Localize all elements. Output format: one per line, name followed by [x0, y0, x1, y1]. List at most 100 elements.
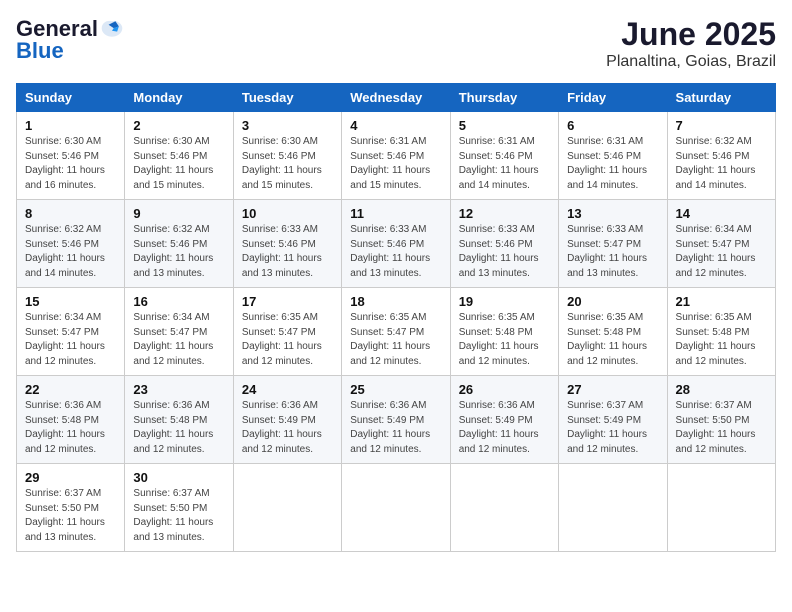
day-number: 5: [459, 118, 550, 133]
day-number: 4: [350, 118, 441, 133]
day-info: Sunrise: 6:33 AMSunset: 5:46 PMDaylight:…: [459, 223, 550, 281]
day-number: 10: [242, 206, 333, 221]
day-info: Sunrise: 6:32 AMSunset: 5:46 PMDaylight:…: [25, 223, 116, 281]
day-info: Sunrise: 6:35 AMSunset: 5:48 PMDaylight:…: [567, 311, 658, 369]
day-info: Sunrise: 6:35 AMSunset: 5:48 PMDaylight:…: [676, 311, 767, 369]
day-info: Sunrise: 6:31 AMSunset: 5:46 PMDaylight:…: [459, 135, 550, 193]
day-number: 6: [567, 118, 658, 133]
calendar-week-1: 1 Sunrise: 6:30 AMSunset: 5:46 PMDayligh…: [17, 112, 776, 200]
day-info: Sunrise: 6:30 AMSunset: 5:46 PMDaylight:…: [242, 135, 333, 193]
day-info: Sunrise: 6:32 AMSunset: 5:46 PMDaylight:…: [676, 135, 767, 193]
table-row: 29 Sunrise: 6:37 AMSunset: 5:50 PMDaylig…: [17, 464, 125, 552]
table-row: 1 Sunrise: 6:30 AMSunset: 5:46 PMDayligh…: [17, 112, 125, 200]
table-row: 4 Sunrise: 6:31 AMSunset: 5:46 PMDayligh…: [342, 112, 450, 200]
header-sunday: Sunday: [17, 84, 125, 112]
day-number: 30: [133, 470, 224, 485]
day-number: 11: [350, 206, 441, 221]
header-wednesday: Wednesday: [342, 84, 450, 112]
day-info: Sunrise: 6:32 AMSunset: 5:46 PMDaylight:…: [133, 223, 224, 281]
day-info: Sunrise: 6:34 AMSunset: 5:47 PMDaylight:…: [676, 223, 767, 281]
day-number: 20: [567, 294, 658, 309]
day-number: 7: [676, 118, 767, 133]
day-info: Sunrise: 6:36 AMSunset: 5:48 PMDaylight:…: [25, 399, 116, 457]
header-saturday: Saturday: [667, 84, 775, 112]
day-number: 1: [25, 118, 116, 133]
table-row: 21 Sunrise: 6:35 AMSunset: 5:48 PMDaylig…: [667, 288, 775, 376]
day-number: 9: [133, 206, 224, 221]
day-number: 14: [676, 206, 767, 221]
day-number: 18: [350, 294, 441, 309]
header-tuesday: Tuesday: [233, 84, 341, 112]
table-row: 27 Sunrise: 6:37 AMSunset: 5:49 PMDaylig…: [559, 376, 667, 464]
day-number: 29: [25, 470, 116, 485]
day-info: Sunrise: 6:33 AMSunset: 5:46 PMDaylight:…: [350, 223, 441, 281]
day-info: Sunrise: 6:35 AMSunset: 5:48 PMDaylight:…: [459, 311, 550, 369]
table-row: 22 Sunrise: 6:36 AMSunset: 5:48 PMDaylig…: [17, 376, 125, 464]
day-number: 27: [567, 382, 658, 397]
calendar-header-row: Sunday Monday Tuesday Wednesday Thursday…: [17, 84, 776, 112]
calendar-week-4: 22 Sunrise: 6:36 AMSunset: 5:48 PMDaylig…: [17, 376, 776, 464]
day-info: Sunrise: 6:37 AMSunset: 5:49 PMDaylight:…: [567, 399, 658, 457]
table-row: 10 Sunrise: 6:33 AMSunset: 5:46 PMDaylig…: [233, 200, 341, 288]
day-info: Sunrise: 6:37 AMSunset: 5:50 PMDaylight:…: [25, 487, 116, 545]
day-info: Sunrise: 6:31 AMSunset: 5:46 PMDaylight:…: [350, 135, 441, 193]
table-row: 17 Sunrise: 6:35 AMSunset: 5:47 PMDaylig…: [233, 288, 341, 376]
header-friday: Friday: [559, 84, 667, 112]
table-row: [559, 464, 667, 552]
day-number: 17: [242, 294, 333, 309]
day-info: Sunrise: 6:37 AMSunset: 5:50 PMDaylight:…: [133, 487, 224, 545]
table-row: 8 Sunrise: 6:32 AMSunset: 5:46 PMDayligh…: [17, 200, 125, 288]
table-row: 26 Sunrise: 6:36 AMSunset: 5:49 PMDaylig…: [450, 376, 558, 464]
day-number: 16: [133, 294, 224, 309]
table-row: 15 Sunrise: 6:34 AMSunset: 5:47 PMDaylig…: [17, 288, 125, 376]
table-row: 7 Sunrise: 6:32 AMSunset: 5:46 PMDayligh…: [667, 112, 775, 200]
day-number: 28: [676, 382, 767, 397]
table-row: 20 Sunrise: 6:35 AMSunset: 5:48 PMDaylig…: [559, 288, 667, 376]
day-info: Sunrise: 6:31 AMSunset: 5:46 PMDaylight:…: [567, 135, 658, 193]
day-info: Sunrise: 6:35 AMSunset: 5:47 PMDaylight:…: [242, 311, 333, 369]
day-info: Sunrise: 6:30 AMSunset: 5:46 PMDaylight:…: [25, 135, 116, 193]
header-thursday: Thursday: [450, 84, 558, 112]
day-number: 8: [25, 206, 116, 221]
table-row: 28 Sunrise: 6:37 AMSunset: 5:50 PMDaylig…: [667, 376, 775, 464]
logo-bird-icon: [100, 19, 124, 39]
page-header: General Blue June 2025 Planaltina, Goias…: [16, 16, 776, 71]
day-number: 26: [459, 382, 550, 397]
table-row: 9 Sunrise: 6:32 AMSunset: 5:46 PMDayligh…: [125, 200, 233, 288]
table-row: [342, 464, 450, 552]
table-row: 3 Sunrise: 6:30 AMSunset: 5:46 PMDayligh…: [233, 112, 341, 200]
table-row: 6 Sunrise: 6:31 AMSunset: 5:46 PMDayligh…: [559, 112, 667, 200]
calendar-week-3: 15 Sunrise: 6:34 AMSunset: 5:47 PMDaylig…: [17, 288, 776, 376]
day-number: 24: [242, 382, 333, 397]
day-info: Sunrise: 6:34 AMSunset: 5:47 PMDaylight:…: [133, 311, 224, 369]
day-info: Sunrise: 6:36 AMSunset: 5:49 PMDaylight:…: [350, 399, 441, 457]
page-title: June 2025: [606, 16, 776, 53]
title-block: June 2025 Planaltina, Goias, Brazil: [606, 16, 776, 71]
table-row: [233, 464, 341, 552]
header-monday: Monday: [125, 84, 233, 112]
calendar-table: Sunday Monday Tuesday Wednesday Thursday…: [16, 83, 776, 552]
table-row: 25 Sunrise: 6:36 AMSunset: 5:49 PMDaylig…: [342, 376, 450, 464]
day-info: Sunrise: 6:36 AMSunset: 5:48 PMDaylight:…: [133, 399, 224, 457]
table-row: [450, 464, 558, 552]
table-row: [667, 464, 775, 552]
day-number: 25: [350, 382, 441, 397]
calendar-week-2: 8 Sunrise: 6:32 AMSunset: 5:46 PMDayligh…: [17, 200, 776, 288]
table-row: 19 Sunrise: 6:35 AMSunset: 5:48 PMDaylig…: [450, 288, 558, 376]
day-number: 23: [133, 382, 224, 397]
day-info: Sunrise: 6:33 AMSunset: 5:46 PMDaylight:…: [242, 223, 333, 281]
day-number: 2: [133, 118, 224, 133]
day-number: 12: [459, 206, 550, 221]
page-subtitle: Planaltina, Goias, Brazil: [606, 53, 776, 71]
day-number: 22: [25, 382, 116, 397]
day-info: Sunrise: 6:37 AMSunset: 5:50 PMDaylight:…: [676, 399, 767, 457]
day-number: 13: [567, 206, 658, 221]
table-row: 12 Sunrise: 6:33 AMSunset: 5:46 PMDaylig…: [450, 200, 558, 288]
day-number: 3: [242, 118, 333, 133]
table-row: 18 Sunrise: 6:35 AMSunset: 5:47 PMDaylig…: [342, 288, 450, 376]
table-row: 5 Sunrise: 6:31 AMSunset: 5:46 PMDayligh…: [450, 112, 558, 200]
calendar-week-5: 29 Sunrise: 6:37 AMSunset: 5:50 PMDaylig…: [17, 464, 776, 552]
day-info: Sunrise: 6:36 AMSunset: 5:49 PMDaylight:…: [459, 399, 550, 457]
table-row: 16 Sunrise: 6:34 AMSunset: 5:47 PMDaylig…: [125, 288, 233, 376]
day-info: Sunrise: 6:33 AMSunset: 5:47 PMDaylight:…: [567, 223, 658, 281]
